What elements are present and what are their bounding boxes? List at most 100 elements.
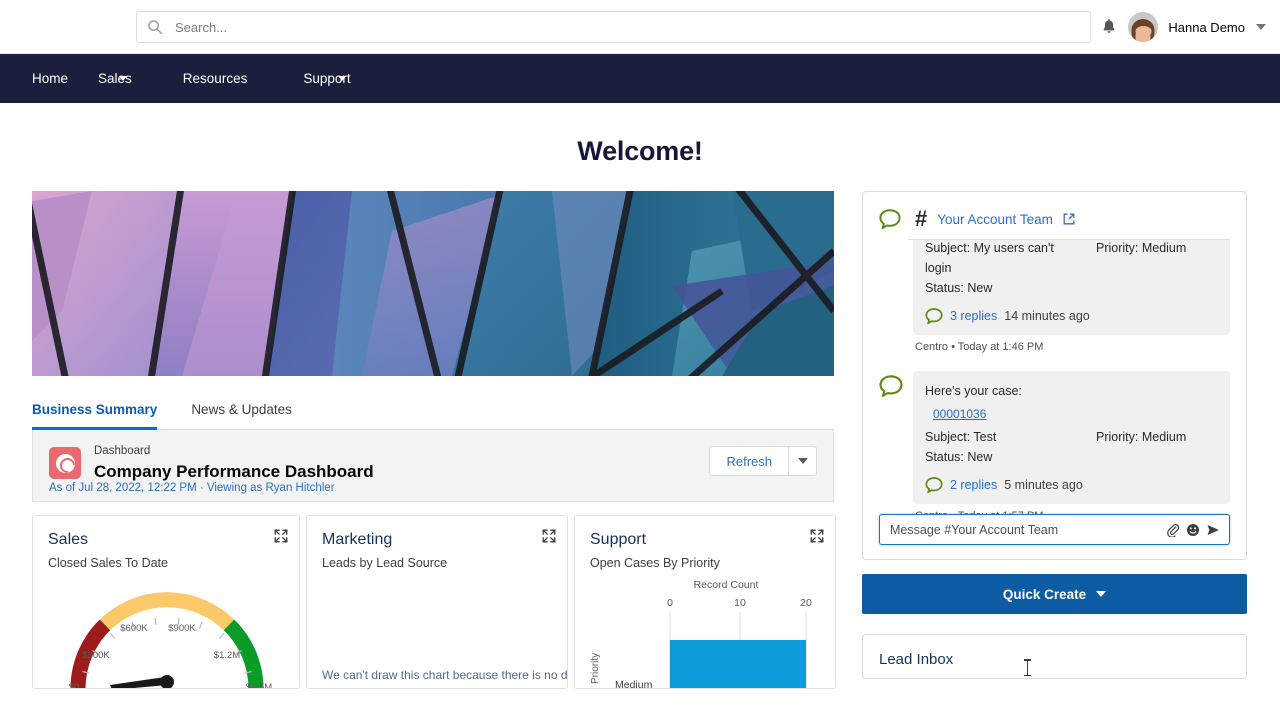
widget-empty-message: We can't draw this chart because there i…	[322, 668, 568, 682]
sales-gauge-chart: $0 $300K $600K $900K $1.2M $1.5M	[69, 592, 272, 689]
tab-news-updates[interactable]: News & Updates	[191, 402, 292, 429]
dashboard-widgets: Sales Closed Sales To Date $0 $300K $600…	[32, 515, 836, 689]
support-bar-chart: Record Count 0 10 20 Priority Medium	[590, 579, 812, 689]
chevron-down-icon	[1096, 591, 1107, 597]
message-avatar	[879, 371, 903, 518]
expand-icon[interactable]	[274, 529, 288, 543]
chevron-down-icon	[337, 76, 346, 81]
message-replies: 3 replies 14 minutes ago	[925, 306, 1218, 326]
quick-create-button[interactable]: Quick Create	[862, 574, 1247, 614]
svg-text:$900K: $900K	[168, 623, 196, 634]
message-status: Status: New	[925, 450, 993, 464]
nav-item-label: Home	[32, 71, 69, 86]
dashboard-gauge-glyph	[55, 453, 75, 473]
widget-support: Support Open Cases By Priority Record Co…	[574, 515, 836, 689]
svg-text:20: 20	[800, 597, 812, 609]
send-icon[interactable]	[1206, 523, 1221, 537]
widget-subtitle: Closed Sales To Date	[48, 556, 168, 570]
message-status: Status: New	[925, 281, 993, 295]
chatter-messages: Subject: My users can't Priority: Medium…	[863, 240, 1246, 518]
notifications-button[interactable]	[1090, 12, 1120, 42]
svg-text:$600K: $600K	[120, 623, 148, 634]
global-header: Hanna Demo	[0, 0, 1280, 54]
replies-link[interactable]: 3 replies	[950, 306, 997, 326]
chatter-header: # Your Account Team	[863, 192, 1246, 230]
tab-label: Business Summary	[32, 402, 158, 417]
message-subject: Subject: Test	[925, 430, 997, 444]
nav-item-label: Resources	[182, 71, 248, 86]
message-bubble: Here's your case: 00001036 Subject: Test…	[913, 371, 1230, 504]
lead-inbox-title: Lead Inbox	[879, 651, 954, 668]
chatter-message: Here's your case: 00001036 Subject: Test…	[879, 371, 1230, 518]
main-navigation: Home Sales Resources Support	[0, 54, 1280, 103]
lead-inbox-card: Lead Inbox	[862, 634, 1247, 679]
message-intro: Here's your case:	[925, 384, 1022, 398]
search-input[interactable]	[175, 19, 1080, 35]
chatter-composer[interactable]	[879, 514, 1230, 545]
widget-title: Support	[590, 531, 647, 548]
widget-title: Sales	[48, 531, 89, 548]
widget-subtitle: Leads by Lead Source	[322, 556, 448, 570]
left-column: Business Summary News & Updates Dashboar…	[32, 191, 836, 689]
chatter-panel: # Your Account Team Subject: My users ca…	[862, 191, 1247, 560]
page-title: Welcome!	[577, 136, 703, 166]
replies-timestamp: 5 minutes ago	[1004, 478, 1083, 492]
hero-image	[32, 191, 834, 376]
chatter-bubble-icon	[879, 209, 901, 229]
message-line: Subject: Test Priority: Medium	[925, 427, 1218, 447]
message-input[interactable]	[890, 522, 1166, 537]
widget-sales: Sales Closed Sales To Date $0 $300K $600…	[32, 515, 300, 689]
bell-icon	[1103, 18, 1115, 33]
header-right-cluster: Hanna Demo	[1090, 0, 1266, 54]
refresh-menu-button[interactable]	[788, 446, 817, 476]
chevron-down-icon	[118, 76, 127, 81]
quick-create-label: Quick Create	[1002, 586, 1087, 602]
content-tabs: Business Summary News & Updates	[32, 402, 834, 430]
external-link-icon[interactable]	[1063, 213, 1075, 225]
global-search[interactable]	[136, 11, 1091, 43]
user-menu-chevron-down-icon[interactable]	[1256, 24, 1266, 30]
replies-link[interactable]: 2 replies	[950, 475, 997, 495]
dashboard-icon	[49, 447, 81, 479]
composer-tools	[1166, 523, 1221, 537]
replies-timestamp: 14 minutes ago	[1004, 309, 1090, 323]
widget-subtitle: Open Cases By Priority	[590, 556, 720, 570]
expand-icon[interactable]	[542, 529, 556, 543]
dashboard-header: Dashboard Company Performance Dashboard …	[32, 430, 834, 502]
widget-marketing: Marketing Leads by Lead Source We can't …	[306, 515, 568, 689]
chatter-bubble-icon	[925, 308, 943, 324]
chatter-channel-link[interactable]: Your Account Team	[937, 212, 1053, 227]
chatter-bubble-icon	[879, 375, 903, 398]
emoji-icon[interactable]	[1186, 523, 1200, 537]
message-meta: Centro • Today at 1:46 PM	[915, 341, 1044, 353]
message-content: Here's your case: 00001036 Subject: Test…	[913, 371, 1230, 518]
nav-item-resources[interactable]: Resources	[183, 54, 275, 103]
avatar[interactable]	[1128, 12, 1159, 42]
chart-category-label: Medium	[615, 679, 653, 689]
chart-axis-label-y: Priority	[590, 653, 601, 684]
expand-icon[interactable]	[810, 529, 824, 543]
svg-text:$300K: $300K	[82, 650, 110, 661]
right-column: # Your Account Team Subject: My users ca…	[862, 191, 1247, 689]
nav-item-home[interactable]: Home	[32, 54, 68, 103]
chatter-bubble-icon	[925, 477, 943, 493]
message-subject: Subject: My users can't	[925, 241, 1054, 255]
user-name-label: Hanna Demo	[1168, 19, 1245, 35]
search-icon	[148, 20, 163, 35]
nav-item-support[interactable]: Support	[303, 54, 372, 103]
message-line: Subject: My users can't Priority: Medium	[925, 240, 1218, 258]
message-avatar	[879, 248, 903, 363]
message-bubble: Subject: My users can't Priority: Medium…	[913, 240, 1230, 335]
case-number-link[interactable]: 00001036	[933, 404, 986, 424]
page-body: Welcome! Business Summary News & Updates…	[0, 103, 1280, 720]
svg-text:$0: $0	[69, 682, 80, 689]
message-subject-continued: login	[925, 261, 952, 275]
tab-business-summary[interactable]: Business Summary	[32, 402, 158, 430]
refresh-button[interactable]: Refresh	[709, 446, 788, 476]
hash-icon: #	[915, 206, 927, 231]
nav-item-sales[interactable]: Sales	[98, 54, 154, 103]
widget-title: Marketing	[322, 531, 393, 548]
avatar-face	[1135, 28, 1151, 42]
message-priority: Priority: Medium	[1096, 430, 1187, 444]
paperclip-icon[interactable]	[1166, 523, 1180, 537]
